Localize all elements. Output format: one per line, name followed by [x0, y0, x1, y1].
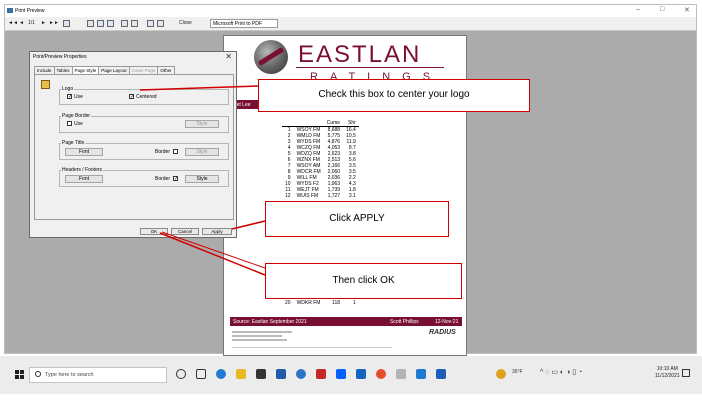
app-icon-12[interactable] — [396, 369, 406, 379]
edge-icon[interactable] — [216, 369, 226, 379]
app-icon-7[interactable] — [296, 369, 306, 379]
chrome-icon[interactable] — [376, 369, 386, 379]
arrow-to-ok-2 — [161, 231, 266, 269]
taskbar-search-box[interactable]: Type here to search — [29, 367, 167, 383]
store-icon[interactable] — [256, 369, 266, 379]
callout-center-logo: Check this box to center your logo — [258, 79, 530, 112]
clock-date: 11/12/2021 — [655, 373, 680, 379]
task-view-icon[interactable] — [196, 369, 206, 379]
cortana-icon[interactable] — [176, 369, 186, 379]
callout-click-ok: Then click OK — [265, 263, 462, 299]
outlook-icon[interactable] — [436, 369, 446, 379]
clock-time: 10:10 AM — [656, 366, 678, 372]
notifications-icon[interactable] — [682, 369, 690, 377]
app-icon-8[interactable] — [316, 369, 326, 379]
weather-temp[interactable]: 36°F — [512, 369, 523, 375]
mail-icon[interactable] — [276, 369, 286, 379]
callout-click-apply: Click APPLY — [265, 201, 449, 237]
weather-icon[interactable] — [496, 369, 506, 379]
windows-taskbar: Type here to search 36°F ^ ◌ ▭ ◐ ◑ ▯ ◔ 1… — [0, 356, 702, 394]
arrow-to-centered — [139, 85, 259, 91]
arrow-to-apply — [231, 220, 266, 230]
search-placeholder: Type here to search — [45, 372, 94, 378]
dropbox-icon[interactable] — [336, 369, 346, 379]
windows-start-icon[interactable] — [15, 370, 24, 379]
file-explorer-icon[interactable] — [236, 369, 246, 379]
clock[interactable]: 10:10 AM 11/12/2021 — [655, 366, 680, 380]
arrow-to-ok — [159, 232, 266, 276]
search-icon — [35, 371, 41, 377]
system-tray-icons[interactable]: ^ ◌ ▭ ◐ ◑ ▯ ◔ — [540, 368, 582, 376]
app-icon-10[interactable] — [356, 369, 366, 379]
app-icon-13[interactable] — [416, 369, 426, 379]
